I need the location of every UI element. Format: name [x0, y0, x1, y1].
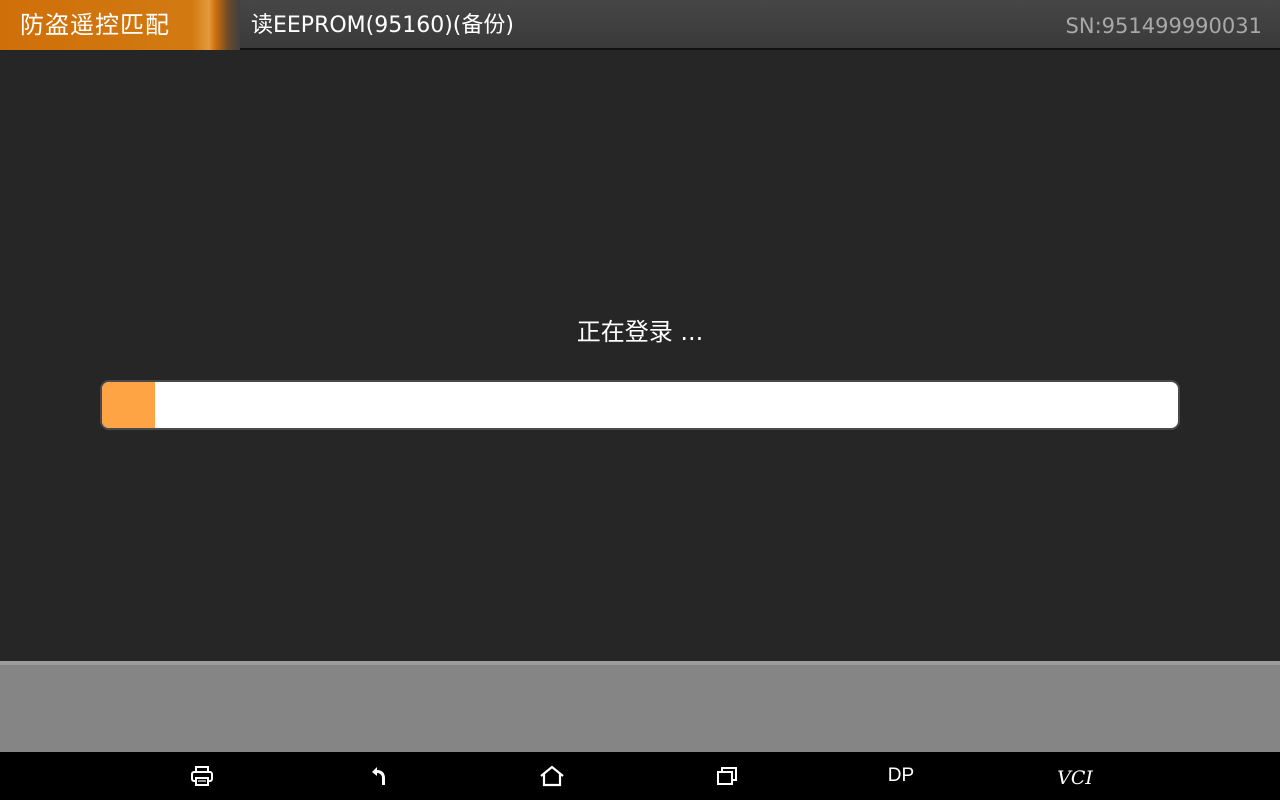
recent-apps-icon — [717, 767, 737, 785]
home-icon — [540, 765, 564, 787]
screen: 防盗遥控匹配 读EEPROM(95160)(备份) SN:95149999003… — [0, 0, 1280, 800]
dp-button[interactable]: DP — [871, 752, 931, 800]
vci-button[interactable]: VCI — [1045, 752, 1105, 800]
serial-number: SN:951499990031 — [1065, 14, 1262, 38]
back-button[interactable] — [348, 752, 408, 800]
home-button[interactable] — [522, 752, 582, 800]
dp-label: DP — [887, 765, 915, 786]
progress-bar — [100, 380, 1180, 430]
print-icon — [191, 766, 213, 786]
status-message: 正在登录 ... — [576, 318, 704, 346]
recent-apps-button[interactable] — [697, 752, 757, 800]
back-arrow-icon — [372, 767, 385, 785]
app-name-tab[interactable]: 防盗遥控匹配 — [0, 0, 240, 50]
vci-label: VCI — [1057, 767, 1093, 789]
progress-fill — [102, 382, 155, 428]
action-bar — [0, 661, 1280, 752]
print-button[interactable] — [172, 752, 232, 800]
page-title: 读EEPROM(95160)(备份) — [251, 13, 514, 38]
system-nav-bar: DP VCI — [0, 752, 1280, 800]
title-bar: 防盗遥控匹配 读EEPROM(95160)(备份) SN:95149999003… — [0, 0, 1280, 50]
